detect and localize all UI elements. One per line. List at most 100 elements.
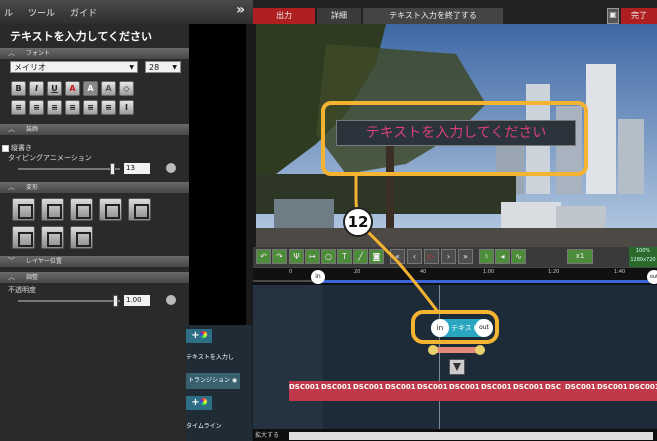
underline-button[interactable]: U xyxy=(47,81,62,96)
play-icon[interactable]: ▷ xyxy=(424,249,439,264)
tab-output[interactable]: 出力 xyxy=(253,8,315,24)
transition-icon[interactable] xyxy=(449,359,465,375)
transition-handle-right[interactable] xyxy=(475,345,485,355)
transition-handle-left[interactable] xyxy=(428,345,438,355)
add-track-button[interactable]: + xyxy=(186,396,212,410)
timeline-area[interactable]: in テキスト out DSC001 DSC001 DSC001 DSC001 … xyxy=(253,285,657,431)
volume-icon[interactable]: ◂ xyxy=(495,249,510,264)
microphone-icon[interactable]: ♮ xyxy=(479,249,494,264)
align-left-button[interactable]: ≡ xyxy=(11,100,26,115)
rotate-icon[interactable] xyxy=(41,198,64,221)
flip-horizontal-icon[interactable] xyxy=(99,198,122,221)
chevron-down-icon: ▼ xyxy=(172,64,177,71)
flip-vertical-icon[interactable] xyxy=(70,198,93,221)
finish-text-input-button[interactable]: テキスト入力を終了する xyxy=(363,8,503,24)
clip-thumb-label: DSC001 xyxy=(449,383,480,391)
panel-title: テキストを入力してください xyxy=(10,30,153,43)
clip-thumb-label: DSC001 xyxy=(417,383,448,391)
text-tool-icon[interactable]: T xyxy=(337,249,352,264)
preview-text[interactable]: テキストを入力してください xyxy=(337,121,575,145)
section-transform[interactable]: ︿ 変形 xyxy=(0,182,190,193)
menu-item-tools[interactable]: ツール xyxy=(28,6,55,19)
text-clip-out[interactable]: out xyxy=(475,319,493,337)
rewind-icon[interactable]: « xyxy=(390,249,405,264)
snapshot-icon[interactable]: ◙ xyxy=(369,249,384,264)
typing-value-field[interactable]: 13 xyxy=(124,163,150,174)
fast-forward-icon[interactable]: » xyxy=(458,249,473,264)
italic-button[interactable]: I xyxy=(29,81,44,96)
eye-icon[interactable]: ◉ xyxy=(230,377,237,384)
indent-button[interactable]: ≡ xyxy=(83,100,98,115)
chevron-up-icon: ︿ xyxy=(8,125,15,133)
typing-slider-handle[interactable] xyxy=(110,163,115,175)
timeline-left-region xyxy=(253,285,323,431)
bold-button[interactable]: B xyxy=(11,81,26,96)
video-preview[interactable]: テキストを入力してください xyxy=(256,24,657,248)
section-layer-position[interactable]: ﹀ レイヤー位置 xyxy=(0,256,190,267)
crop-center-icon[interactable] xyxy=(70,226,93,249)
align-center-button[interactable]: ≡ xyxy=(29,100,44,115)
outline-button[interactable]: A xyxy=(83,81,98,96)
shape-icon[interactable]: ○ xyxy=(321,249,336,264)
top-toolbar: 出力 詳細 テキスト入力を終了する ▣ 完了 xyxy=(253,0,657,24)
timeline-track-label[interactable]: タイムライン xyxy=(186,421,240,433)
app-window: ル ツール ガイド » 出力 詳細 テキスト入力を終了する ▣ 完了 テキストを… xyxy=(0,0,657,441)
outdent-button[interactable]: ≡ xyxy=(101,100,116,115)
crop-fit-icon[interactable] xyxy=(41,226,64,249)
draw-icon[interactable]: ╱ xyxy=(353,249,368,264)
vertical-text-checkbox[interactable] xyxy=(2,145,9,152)
transition-track-label[interactable]: トランジション ◉ xyxy=(186,373,240,389)
font-family-select[interactable]: メイリオ ▼ xyxy=(10,61,138,73)
step-forward-icon[interactable]: › xyxy=(441,249,456,264)
redo-icon[interactable]: ↷ xyxy=(272,249,287,264)
timeline-ruler[interactable]: 0 20 40 1:00 1:20 1:40 in out xyxy=(253,267,657,285)
split-icon[interactable]: Ψ xyxy=(289,249,304,264)
text-box[interactable]: テキストを入力してください xyxy=(336,120,576,146)
opacity-slider-handle[interactable] xyxy=(113,295,118,307)
zoom-label: 拡大する xyxy=(255,432,280,439)
reset-opacity-icon[interactable] xyxy=(166,295,176,305)
speed-select[interactable]: x1 xyxy=(567,249,593,264)
reset-typing-icon[interactable] xyxy=(166,163,176,173)
opacity-value-field[interactable]: 1.00 xyxy=(124,295,150,306)
fullscreen-icon[interactable]: ▣ xyxy=(607,8,619,24)
typing-slider-track[interactable] xyxy=(18,163,120,175)
menu-bar: ル ツール ガイド » xyxy=(0,0,253,24)
text-clip-in[interactable]: in xyxy=(431,319,449,337)
align-right-button[interactable]: ≡ xyxy=(47,100,62,115)
opacity-slider-track[interactable] xyxy=(18,295,120,307)
menu-item-file[interactable]: ル xyxy=(4,6,13,19)
range-bar[interactable] xyxy=(320,280,657,283)
trim-icon[interactable]: ↦ xyxy=(305,249,320,264)
add-text-track-button[interactable]: + xyxy=(186,329,212,343)
zoom-resolution-select[interactable]: 100% 1280x720 xyxy=(629,247,657,267)
transition-bar[interactable] xyxy=(433,347,481,353)
expand-panel-icon[interactable]: » xyxy=(236,2,245,18)
timeline-scrollbar[interactable] xyxy=(289,432,653,440)
shadow-button[interactable]: A xyxy=(101,81,116,96)
range-in-marker[interactable]: in xyxy=(311,270,325,284)
text-properties-panel: テキストを入力してください ︿ フォント メイリオ ▼ 28 ▼ B I U A A … xyxy=(0,24,190,441)
section-adjust[interactable]: ︿ 調整 xyxy=(0,272,190,283)
justify-button[interactable]: ≡ xyxy=(65,100,80,115)
text-color-button[interactable]: A xyxy=(65,81,80,96)
undo-icon[interactable]: ↶ xyxy=(256,249,271,264)
done-button[interactable]: 完了 xyxy=(621,8,657,24)
text-track-label[interactable]: テキストを入力し xyxy=(186,352,240,364)
range-out-marker[interactable]: out xyxy=(647,270,657,284)
text-clip[interactable]: in テキスト out xyxy=(431,319,493,337)
tab-detail[interactable]: 詳細 xyxy=(317,8,361,24)
section-decoration[interactable]: ︿ 装飾 xyxy=(0,124,190,135)
video-clip-track[interactable]: DSC001 DSC001 DSC001 DSC001 DSC001 DSC00… xyxy=(289,381,657,401)
waveform-icon[interactable]: ∿ xyxy=(511,249,526,264)
clip-thumb-label: DSC001 xyxy=(385,383,416,391)
skew-icon[interactable] xyxy=(128,198,151,221)
menu-item-guide[interactable]: ガイド xyxy=(70,6,97,19)
fit-frame-icon[interactable] xyxy=(12,198,35,221)
section-font[interactable]: ︿ フォント xyxy=(0,48,190,59)
crop-full-icon[interactable] xyxy=(12,226,35,249)
font-size-select[interactable]: 28 ▼ xyxy=(145,61,181,73)
step-back-icon[interactable]: ‹ xyxy=(407,249,422,264)
vertical-text-button[interactable]: Ι xyxy=(119,100,134,115)
paint-bucket-icon[interactable]: ◇ xyxy=(119,81,134,96)
